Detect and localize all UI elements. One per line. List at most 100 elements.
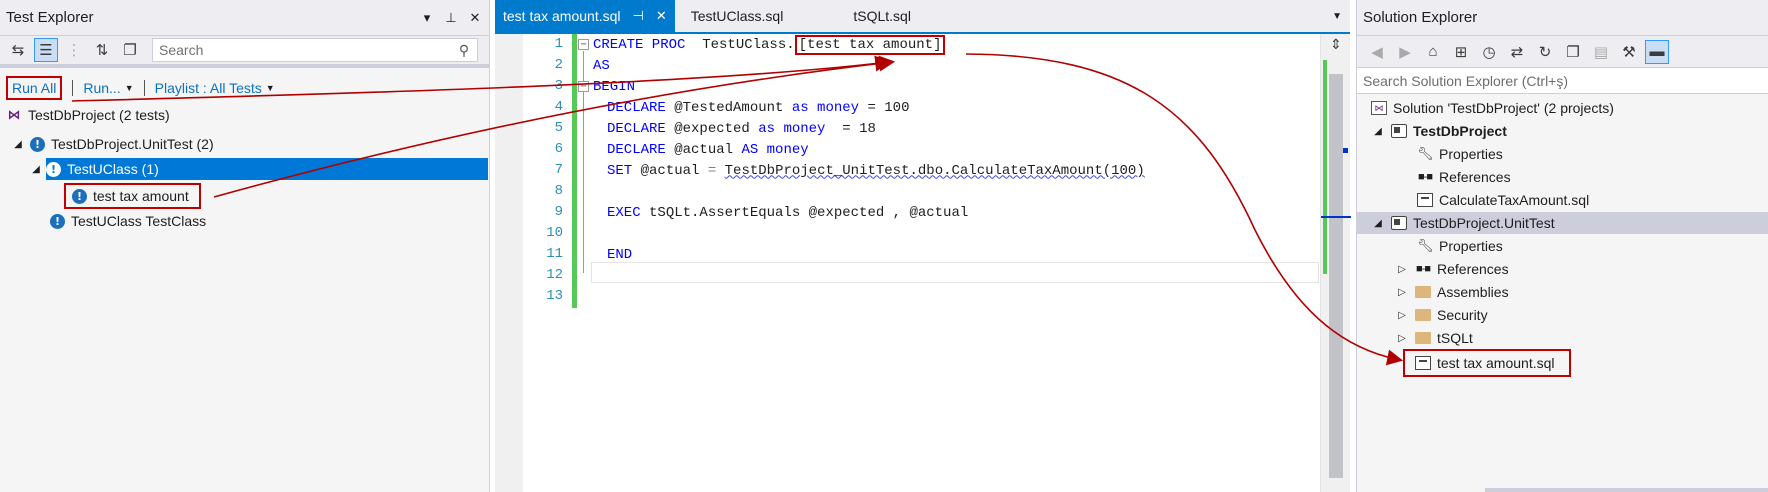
expand-triangle-icon[interactable]: ◢ bbox=[1371, 126, 1385, 137]
line-number: 1 bbox=[554, 36, 563, 52]
se-item-references[interactable]: ▷ ■-■ References bbox=[1395, 258, 1509, 280]
se-folder-security[interactable]: ▷ Security bbox=[1395, 304, 1487, 326]
se-item-label: References bbox=[1437, 261, 1509, 277]
code-line-2: AS bbox=[593, 55, 610, 76]
project-node-unittest[interactable]: ◢ TestDbProject.UnitTest bbox=[1357, 212, 1768, 234]
code-editor: test tax amount.sql ⊣ ✕ TestUClass.sql t… bbox=[495, 0, 1351, 492]
db-project-icon bbox=[1391, 216, 1407, 230]
preview-icon[interactable]: ▬ bbox=[1645, 39, 1669, 64]
expand-triangle-icon[interactable]: ◢ bbox=[12, 139, 24, 150]
close-icon[interactable]: ✕ bbox=[465, 8, 485, 28]
project-node-testdbproject[interactable]: ◢ TestDbProject bbox=[1371, 120, 1507, 142]
line-number: 11 bbox=[546, 246, 563, 262]
copy-window-icon[interactable]: ❐ bbox=[118, 38, 142, 62]
solution-search-box[interactable] bbox=[1357, 68, 1768, 94]
editor-tab-strip: test tax amount.sql ⊣ ✕ TestUClass.sql t… bbox=[495, 0, 1350, 34]
playlist-sort-icon[interactable]: ⇅ bbox=[90, 38, 114, 62]
fold-guide bbox=[583, 93, 584, 273]
back-icon[interactable]: ◀ bbox=[1365, 40, 1389, 64]
se-item-properties[interactable]: 🔧︎ Properties bbox=[1417, 143, 1503, 165]
close-icon[interactable]: ✕ bbox=[656, 8, 667, 24]
chevron-down-icon[interactable]: ▼ bbox=[125, 83, 134, 93]
expand-arrow-icon[interactable]: ▷ bbox=[1395, 310, 1409, 321]
search-icon[interactable]: ⚲ bbox=[451, 42, 477, 59]
refresh-link-icon[interactable]: ⇆ bbox=[6, 38, 30, 62]
solution-search-input[interactable] bbox=[1357, 72, 1768, 89]
line-number: 12 bbox=[546, 267, 563, 283]
se-item-label: TestDbProject bbox=[1413, 123, 1507, 139]
solution-icon: ⋈ bbox=[1371, 101, 1387, 115]
expand-arrow-icon[interactable]: ▷ bbox=[1395, 287, 1409, 298]
code-token: tSQLt.AssertEquals @expected , @actual bbox=[640, 204, 969, 221]
tab-tsqlt[interactable]: tSQLt.sql bbox=[845, 0, 919, 32]
expand-triangle-icon[interactable]: ◢ bbox=[1371, 218, 1385, 229]
test-explorer-toolbar: ⇆ ☰ ⋮ ⇅ ❐ ⚲ bbox=[0, 36, 489, 68]
code-line-1: CREATE PROC TestUClass. [test tax amount] bbox=[593, 34, 946, 55]
code-token: @actual bbox=[665, 141, 742, 158]
home-icon[interactable]: ⌂ bbox=[1421, 40, 1445, 64]
refresh-icon[interactable]: ↻ bbox=[1533, 40, 1557, 64]
group-list-icon[interactable]: ☰ bbox=[34, 38, 58, 62]
fold-collapse-icon[interactable]: − bbox=[578, 39, 589, 50]
se-folder-tsqlt[interactable]: ▷ tSQLt bbox=[1395, 327, 1473, 349]
code-token: money bbox=[775, 120, 826, 137]
references-icon: ■-■ bbox=[1418, 171, 1433, 183]
tab-testuclass[interactable]: TestUClass.sql bbox=[683, 0, 792, 32]
sql-file-icon bbox=[1415, 356, 1431, 370]
expand-arrow-icon[interactable]: ▷ bbox=[1395, 333, 1409, 344]
code-area[interactable]: 1 2 3 4 5 6 7 8 9 10 11 12 13 − − CREATE… bbox=[495, 34, 1351, 492]
se-folder-assemblies[interactable]: ▷ Assemblies bbox=[1395, 281, 1508, 303]
test-search-input[interactable] bbox=[153, 42, 451, 58]
pin-icon[interactable]: ⊣ bbox=[633, 8, 644, 24]
scroll-change-marker bbox=[1323, 60, 1327, 274]
sync-icon[interactable]: ⇄ bbox=[1505, 40, 1529, 64]
tree-item-unittest[interactable]: ◢ ! TestDbProject.UnitTest (2) bbox=[12, 133, 213, 155]
scroll-caret-marker bbox=[1343, 148, 1348, 153]
dropdown-icon[interactable]: ▾ bbox=[417, 8, 437, 28]
se-item-label: Solution 'TestDbProject' (2 projects) bbox=[1393, 100, 1614, 116]
switch-views-icon[interactable]: ⊞ bbox=[1449, 40, 1473, 64]
show-all-files-icon[interactable]: ▤ bbox=[1589, 40, 1613, 64]
se-item-test-tax-amount-sql[interactable]: test tax amount.sql bbox=[1403, 349, 1571, 377]
chevron-down-icon[interactable]: ▼ bbox=[266, 83, 275, 93]
tree-expander[interactable]: ◢ bbox=[30, 158, 48, 180]
line-number: 3 bbox=[554, 78, 563, 94]
tab-overflow-icon[interactable]: ▼ bbox=[1332, 11, 1342, 22]
se-item-properties[interactable]: 🔧︎ Properties bbox=[1417, 235, 1503, 257]
hierarchy-icon[interactable]: ⋮ bbox=[62, 38, 86, 62]
fold-collapse-icon[interactable]: − bbox=[578, 81, 589, 92]
scroll-thumb[interactable] bbox=[1329, 74, 1343, 478]
expand-triangle-icon[interactable]: ◢ bbox=[30, 164, 42, 175]
pin-icon[interactable]: ⊥ bbox=[441, 8, 461, 28]
run-all-button[interactable]: Run All bbox=[6, 76, 63, 100]
expand-arrow-icon[interactable]: ▷ bbox=[1395, 264, 1409, 275]
horizontal-scrollbar[interactable] bbox=[1485, 488, 1768, 492]
tab-label: tSQLt.sql bbox=[853, 8, 911, 24]
tab-test-tax-amount[interactable]: test tax amount.sql ⊣ ✕ bbox=[495, 0, 675, 32]
se-item-references[interactable]: ■-■ References bbox=[1417, 166, 1511, 188]
solution-node[interactable]: ⋈ Solution 'TestDbProject' (2 projects) bbox=[1371, 97, 1614, 119]
code-token: DECLARE bbox=[607, 120, 666, 137]
tree-item-testclass[interactable]: ! TestUClass TestClass bbox=[50, 210, 206, 232]
vs-project-icon: ⋈ bbox=[7, 107, 21, 122]
vertical-scrollbar[interactable]: ⇕ bbox=[1320, 34, 1351, 492]
run-dropdown-button[interactable]: Run... bbox=[83, 80, 120, 96]
properties-wrench-icon[interactable]: ⚒ bbox=[1617, 40, 1641, 64]
line-number: 8 bbox=[554, 183, 563, 199]
split-window-icon[interactable]: ⇕ bbox=[1327, 36, 1345, 54]
tree-item-project[interactable]: ⋈ TestDbProject (2 tests) bbox=[6, 104, 170, 126]
test-search-box[interactable]: ⚲ bbox=[152, 38, 478, 62]
solution-explorer-title: Solution Explorer bbox=[1363, 9, 1478, 26]
forward-icon[interactable]: ▶ bbox=[1393, 40, 1417, 64]
code-token-squiggle: TestDbProject_UnitTest.dbo.CalculateTaxA… bbox=[724, 162, 1145, 179]
playlist-dropdown[interactable]: Playlist : All Tests bbox=[155, 80, 262, 96]
tree-item-testuclass[interactable]: ! TestUClass (1) bbox=[46, 158, 488, 180]
folder-icon bbox=[1415, 286, 1431, 298]
code-token: BEGIN bbox=[593, 78, 636, 95]
se-item-calculatetaxamount[interactable]: CalculateTaxAmount.sql bbox=[1417, 189, 1589, 211]
collapse-all-icon[interactable]: ❐ bbox=[1561, 40, 1585, 64]
pending-changes-icon[interactable]: ◷ bbox=[1477, 40, 1501, 64]
wrench-icon: 🔧︎ bbox=[1417, 238, 1434, 253]
tab-label: TestUClass.sql bbox=[690, 8, 784, 24]
tree-item-test-tax-amount[interactable]: ! test tax amount bbox=[64, 183, 201, 209]
